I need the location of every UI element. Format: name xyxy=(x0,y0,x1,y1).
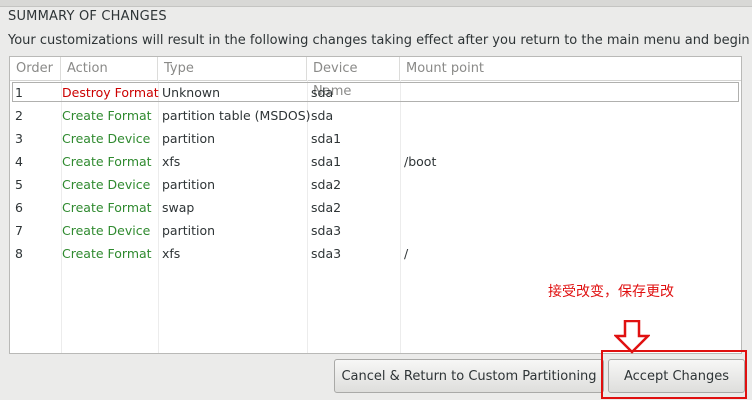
cell-type: swap xyxy=(162,200,195,215)
summary-of-changes-dialog: SUMMARY OF CHANGES Your customizations w… xyxy=(0,0,752,400)
cell-type: Unknown xyxy=(162,85,221,100)
cell-device: sda1 xyxy=(311,131,342,146)
changes-table: Order Action Type Device Name Mount poin… xyxy=(9,56,742,354)
cell-action: Create Format xyxy=(62,246,152,261)
table-row[interactable]: 2 Create Format partition table (MSDOS) … xyxy=(10,104,741,127)
table-row[interactable]: 4 Create Format xfs sda1 /boot xyxy=(10,150,741,173)
cell-device: sda2 xyxy=(311,200,342,215)
cancel-return-button[interactable]: Cancel & Return to Custom Partitioning xyxy=(334,359,604,393)
cell-action: Create Device xyxy=(62,223,151,238)
cell-type: xfs xyxy=(162,246,181,261)
cell-order: 2 xyxy=(15,108,23,123)
dialog-description: Your customizations will result in the f… xyxy=(8,33,752,48)
cell-device: sda2 xyxy=(311,177,342,192)
cell-device: sda3 xyxy=(311,246,342,261)
column-header-mount-point[interactable]: Mount point xyxy=(400,57,741,80)
cell-action: Create Format xyxy=(62,200,152,215)
down-arrow-icon xyxy=(614,320,650,354)
cell-device: sda1 xyxy=(311,154,342,169)
table-row[interactable]: 3 Create Device partition sda1 xyxy=(10,127,741,150)
column-header-type[interactable]: Type xyxy=(158,57,307,80)
cell-action: Create Device xyxy=(62,131,151,146)
cell-device: sda xyxy=(311,85,334,100)
column-header-order[interactable]: Order xyxy=(10,57,61,80)
table-row[interactable]: 5 Create Device partition sda2 xyxy=(10,173,741,196)
cell-device: sda xyxy=(311,108,334,123)
annotation-text: 接受改变，保存更改 xyxy=(548,284,674,300)
cell-type: partition xyxy=(162,223,216,238)
dialog-title: SUMMARY OF CHANGES xyxy=(8,9,167,24)
cell-type: partition xyxy=(162,131,216,146)
cell-order: 5 xyxy=(15,177,23,192)
cell-action: Create Format xyxy=(62,154,152,169)
column-header-action[interactable]: Action xyxy=(61,57,158,80)
table-row[interactable]: 1 Destroy Format Unknown sda xyxy=(10,81,741,104)
table-row[interactable]: 7 Create Device partition sda3 xyxy=(10,219,741,242)
table-row[interactable]: 6 Create Format swap sda2 xyxy=(10,196,741,219)
cell-order: 3 xyxy=(15,131,23,146)
cell-type: partition table (MSDOS) xyxy=(162,108,311,123)
cell-order: 8 xyxy=(15,246,23,261)
top-strip xyxy=(0,0,752,7)
cell-type: xfs xyxy=(162,154,181,169)
cell-action: Destroy Format xyxy=(62,85,159,100)
cell-mount: / xyxy=(404,246,409,261)
cell-order: 7 xyxy=(15,223,23,238)
table-header: Order Action Type Device Name Mount poin… xyxy=(10,57,741,99)
cell-action: Create Device xyxy=(62,177,151,192)
column-header-device-name[interactable]: Device Name xyxy=(307,57,400,99)
cell-order: 4 xyxy=(15,154,23,169)
cell-order: 1 xyxy=(15,85,23,100)
accept-highlight-box xyxy=(601,350,747,399)
cell-type: partition xyxy=(162,177,216,192)
cell-mount: /boot xyxy=(404,154,437,169)
cell-order: 6 xyxy=(15,200,23,215)
table-row[interactable]: 8 Create Format xfs sda3 / xyxy=(10,242,741,265)
cell-action: Create Format xyxy=(62,108,152,123)
cell-device: sda3 xyxy=(311,223,342,238)
